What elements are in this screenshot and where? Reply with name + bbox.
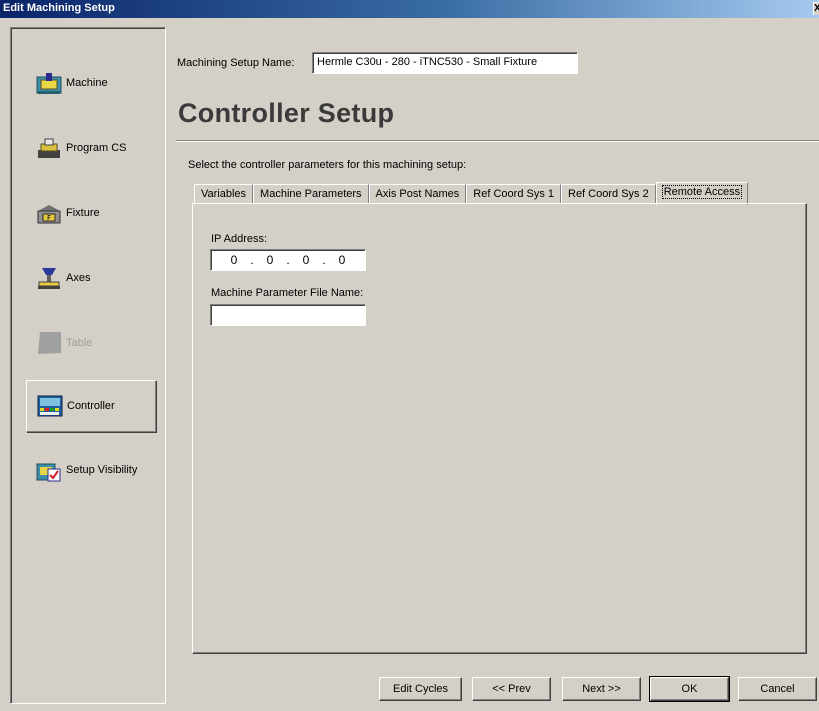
tab-label: Remote Access — [661, 185, 743, 199]
svg-text:F: F — [47, 214, 51, 222]
ok-button[interactable]: OK — [649, 676, 730, 702]
next-button[interactable]: Next >> — [562, 677, 641, 701]
tab-ref-coord-sys-1[interactable]: Ref Coord Sys 1 — [466, 184, 561, 204]
sidebar-item-machine[interactable]: Machine — [26, 57, 156, 109]
tab-strip: Variables Machine Parameters Axis Post N… — [194, 181, 749, 205]
tab-label: Variables — [201, 188, 247, 200]
tab-label: Ref Coord Sys 2 — [568, 188, 649, 200]
ip-separator: . — [250, 253, 254, 267]
sidebar-item-label: Setup Visibility — [66, 464, 138, 476]
tab-label: Machine Parameters — [260, 188, 362, 200]
ip-octet-2[interactable]: 0 — [263, 253, 277, 267]
ip-address-field[interactable]: 0 . 0 . 0 . 0 — [210, 249, 366, 271]
ip-separator: . — [286, 253, 290, 267]
param-file-label: Machine Parameter File Name: — [211, 287, 364, 299]
tab-ref-coord-sys-2[interactable]: Ref Coord Sys 2 — [561, 184, 656, 204]
tab-label: Ref Coord Sys 1 — [473, 188, 554, 200]
sidebar-item-label: Axes — [66, 272, 91, 284]
ip-separator: . — [322, 253, 326, 267]
param-file-input[interactable] — [210, 304, 366, 326]
ip-octet-3[interactable]: 0 — [299, 253, 313, 267]
sidebar-item-label: Machine — [66, 77, 108, 89]
sidebar-item-fixture[interactable]: F Fixture — [26, 187, 156, 239]
title-divider — [176, 140, 819, 142]
sidebar-item-label: Program CS — [66, 142, 127, 154]
machine-icon — [36, 73, 62, 94]
sidebar-item-axes[interactable]: Axes — [26, 252, 156, 304]
tab-axis-post-names[interactable]: Axis Post Names — [368, 184, 467, 204]
instruction-text: Select the controller parameters for thi… — [188, 159, 467, 171]
table-icon — [38, 332, 61, 354]
tab-machine-parameters[interactable]: Machine Parameters — [253, 184, 369, 204]
sidebar-item-table[interactable]: Table — [26, 317, 156, 369]
controller-icon — [37, 395, 63, 417]
page-title: Controller Setup — [178, 98, 395, 128]
setup-name-input[interactable]: Hermle C30u - 280 - iTNC530 - Small Fixt… — [312, 52, 578, 74]
setup-visibility-icon — [36, 463, 61, 482]
tab-label: Axis Post Names — [375, 188, 460, 200]
window-title: Edit Machining Setup — [3, 2, 115, 14]
prev-button[interactable]: << Prev — [472, 677, 551, 701]
sidebar-item-label: Fixture — [66, 207, 100, 219]
sidebar-item-label: Table — [66, 337, 93, 349]
close-button[interactable]: X — [813, 2, 819, 15]
sidebar-item-controller[interactable]: Controller — [26, 380, 156, 432]
program-cs-icon — [38, 138, 60, 158]
setup-name-label: Machining Setup Name: — [177, 57, 295, 69]
sidebar-item-setup-visibility[interactable]: Setup Visibility — [26, 444, 156, 496]
axes-icon — [38, 268, 60, 289]
tab-remote-access[interactable]: Remote Access — [655, 182, 749, 205]
ip-address-label: IP Address: — [211, 233, 268, 245]
sidebar-item-label: Controller — [67, 400, 115, 412]
fixture-icon: F — [37, 205, 61, 224]
ip-octet-4[interactable]: 0 — [335, 253, 349, 267]
edit-cycles-button[interactable]: Edit Cycles — [379, 677, 462, 701]
sidebar-item-program-cs[interactable]: Program CS — [26, 122, 156, 174]
ip-octet-1[interactable]: 0 — [227, 253, 241, 267]
title-bar: Edit Machining Setup X — [0, 0, 819, 18]
tab-variables[interactable]: Variables — [194, 184, 254, 204]
cancel-button[interactable]: Cancel — [738, 677, 817, 701]
close-icon: X — [814, 3, 819, 14]
